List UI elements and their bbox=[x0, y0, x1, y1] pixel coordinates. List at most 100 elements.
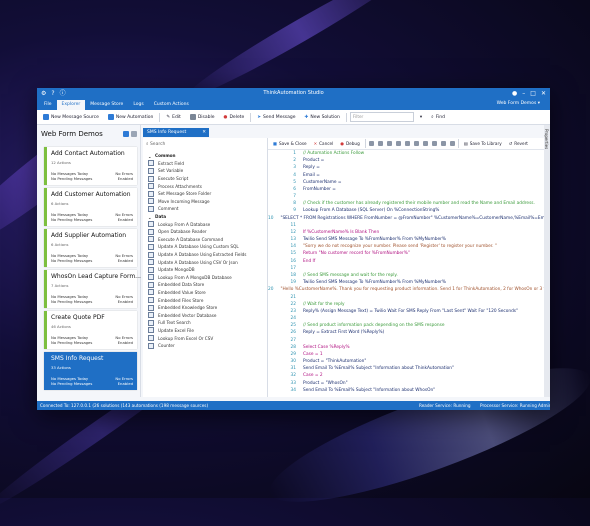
action-item[interactable]: Process Attachments bbox=[143, 182, 267, 190]
code-line[interactable]: 26 Reply = Extract First Word (%Reply%) bbox=[268, 329, 544, 336]
action-item[interactable]: Extract Field bbox=[143, 160, 267, 168]
tab-sms-info-request[interactable]: SMS Info Request ✕ bbox=[143, 128, 209, 137]
code-line[interactable]: 7 bbox=[268, 193, 544, 200]
code-line[interactable]: 17 bbox=[268, 265, 544, 272]
automation-card[interactable]: Add Contact Automation 12 Actions No Mes… bbox=[44, 147, 137, 185]
code-line[interactable]: 30 Product = "ThinkAutomation" bbox=[268, 358, 544, 365]
debug-button[interactable]: ● Debug bbox=[338, 140, 361, 148]
code-line[interactable]: 25 // Send product information pack depen… bbox=[268, 322, 544, 329]
solution-selector[interactable]: Web Form Demos ▾ bbox=[497, 101, 540, 106]
send-message-button[interactable]: ➤ Send Message bbox=[254, 112, 298, 122]
new-automation-button[interactable]: New Automation bbox=[105, 112, 156, 122]
copy-icon[interactable] bbox=[413, 141, 419, 146]
menu-logs[interactable]: Logs bbox=[128, 100, 148, 110]
disable-button[interactable]: Disable bbox=[187, 112, 218, 122]
code-line[interactable]: 12 If %CustomerName% Is Blank Then bbox=[268, 229, 544, 236]
action-item[interactable]: Embedded Files Store bbox=[143, 296, 267, 304]
paste-icon[interactable] bbox=[422, 141, 428, 146]
close-icon[interactable]: ✕ bbox=[541, 90, 546, 97]
action-item[interactable]: Move Incoming Message bbox=[143, 198, 267, 206]
new-message-source-button[interactable]: New Message Source bbox=[40, 112, 102, 122]
code-line[interactable]: 4 Email = bbox=[268, 172, 544, 179]
code-line[interactable]: 6 FromNumber = bbox=[268, 186, 544, 193]
code-line[interactable]: 11 bbox=[268, 222, 544, 229]
code-line[interactable]: 19 Twilio Send SMS Message To %FromNumber… bbox=[268, 279, 544, 286]
action-item[interactable]: Full Text Search bbox=[143, 319, 267, 327]
action-item[interactable]: Lookup From A MongoDB Database bbox=[143, 274, 267, 282]
action-item[interactable]: Lookup From Excel Or CSV bbox=[143, 334, 267, 342]
action-item[interactable]: Update MongoDB bbox=[143, 266, 267, 274]
action-item[interactable]: Execute Script bbox=[143, 175, 267, 183]
filter-input[interactable]: Filter bbox=[349, 112, 414, 122]
save-close-button[interactable]: ■ Save & Close bbox=[271, 140, 309, 148]
action-item[interactable]: Execute A Database Command bbox=[143, 236, 267, 244]
action-item[interactable]: Update Excel File bbox=[143, 327, 267, 335]
menu-message-store[interactable]: Message Store bbox=[85, 100, 128, 110]
automation-card[interactable]: Add Supplier Automation 6 Actions No Mes… bbox=[44, 229, 137, 267]
save-to-library-button[interactable]: ▤ Save To Library bbox=[462, 140, 504, 148]
action-item[interactable]: Embedded Vector Database bbox=[143, 311, 267, 319]
list-view-icon[interactable] bbox=[131, 131, 137, 137]
action-item[interactable]: Open Database Reader bbox=[143, 228, 267, 236]
code-line[interactable]: 3 Reply = bbox=[268, 164, 544, 171]
action-item[interactable]: Set Variable bbox=[143, 167, 267, 175]
delete-button[interactable]: ● Delete bbox=[221, 112, 248, 122]
menu-file[interactable]: File bbox=[39, 100, 57, 110]
code-line[interactable]: 24 bbox=[268, 315, 544, 322]
action-item[interactable]: Lookup From A Database bbox=[143, 220, 267, 228]
code-line[interactable]: 10 "SELECT * FROM Registrations WHERE Fro… bbox=[268, 215, 550, 222]
code-line[interactable]: 27 bbox=[268, 336, 544, 343]
code-line[interactable]: 34 Send Email To %Email% Subject "Informa… bbox=[268, 387, 544, 394]
action-item[interactable]: Comment bbox=[143, 205, 267, 213]
redo-icon[interactable] bbox=[440, 141, 446, 146]
code-line[interactable]: 14 "Sorry we do not recognize your number… bbox=[268, 243, 544, 250]
action-item[interactable]: Counter bbox=[143, 342, 267, 350]
close-icon[interactable]: ✕ bbox=[202, 128, 206, 137]
properties-tab[interactable]: Properties bbox=[544, 125, 550, 397]
code-line[interactable]: 32 Case = 2 bbox=[268, 372, 544, 379]
code-line[interactable]: 1 // Automation Actions Follow bbox=[268, 150, 544, 157]
revert-button[interactable]: ↺ Revert bbox=[507, 140, 530, 148]
automation-card[interactable]: WhosOn Lead Capture Form... 7 Actions No… bbox=[44, 270, 141, 308]
actions-category[interactable]: ⌄ Data bbox=[143, 213, 267, 221]
grid-view-icon[interactable] bbox=[123, 131, 129, 137]
code-line[interactable]: 29 Case = 1 bbox=[268, 351, 544, 358]
action-item[interactable]: Embedded Knowledge Store bbox=[143, 304, 267, 312]
action-item[interactable]: Embedded Value Store bbox=[143, 289, 267, 297]
code-line[interactable]: 9 Lookup From A Database (SQL Server) On … bbox=[268, 207, 544, 214]
code-line[interactable]: 18 // Send SMS message and wait for the r… bbox=[268, 272, 544, 279]
action-item[interactable]: Update A Database Using CSV Or Json bbox=[143, 258, 267, 266]
code-line[interactable]: 22 // Wait for the reply bbox=[268, 301, 544, 308]
automation-card[interactable]: Add Customer Automation 6 Actions No Mes… bbox=[44, 188, 137, 226]
edit-button[interactable]: ✎ Edit bbox=[163, 112, 184, 122]
code-line[interactable]: 33 Product = "WhosOn" bbox=[268, 380, 544, 387]
menu-custom-actions[interactable]: Custom Actions bbox=[149, 100, 194, 110]
code-line[interactable]: 2 Product = bbox=[268, 157, 544, 164]
filter-dropdown[interactable]: ▾ bbox=[417, 112, 425, 122]
new-solution-button[interactable]: ✚ New Solution bbox=[302, 112, 343, 122]
automation-card-selected[interactable]: SMS Info Request 33 Actions No Messages … bbox=[44, 352, 137, 390]
comment-icon[interactable] bbox=[386, 141, 392, 146]
step-into-icon[interactable] bbox=[368, 141, 374, 146]
collapse-icon[interactable] bbox=[404, 141, 410, 146]
code-line[interactable]: 8 // Check if the customer has already re… bbox=[268, 200, 544, 207]
cancel-button[interactable]: ✕ Cancel bbox=[312, 140, 336, 148]
code-line[interactable]: 15 Return "No customer record for %FromNu… bbox=[268, 250, 544, 257]
code-line[interactable]: 20 "Hello %CustomerName%. Thank you for r… bbox=[268, 286, 550, 293]
user-icon[interactable]: ● bbox=[512, 90, 517, 97]
expand-icon[interactable] bbox=[395, 141, 401, 146]
action-item[interactable]: Update A Database Using Custom SQL bbox=[143, 243, 267, 251]
code-line[interactable]: 16 End If bbox=[268, 258, 544, 265]
code-line[interactable]: 21 bbox=[268, 293, 544, 300]
menu-explorer[interactable]: Explorer bbox=[56, 100, 86, 110]
action-item[interactable]: Embedded Data Store bbox=[143, 281, 267, 289]
action-item[interactable]: Set Message Store Folder bbox=[143, 190, 267, 198]
automation-card[interactable]: Create Quote PDF 46 Actions No Messages … bbox=[44, 311, 137, 349]
code-line[interactable]: 31 Send Email To %Email% Subject "Informa… bbox=[268, 365, 544, 372]
code-line[interactable]: 5 CustomerName = bbox=[268, 179, 544, 186]
actions-category[interactable]: ⌄ Common bbox=[143, 152, 267, 160]
code-line[interactable]: 13 Twilio Send SMS Message To %FromNumber… bbox=[268, 236, 544, 243]
action-item[interactable]: Update A Database Using Extracted Fields bbox=[143, 251, 267, 259]
undo-icon[interactable] bbox=[431, 141, 437, 146]
code-line[interactable]: 23 Reply% (Assign Message Text) = Twilio … bbox=[268, 308, 544, 315]
